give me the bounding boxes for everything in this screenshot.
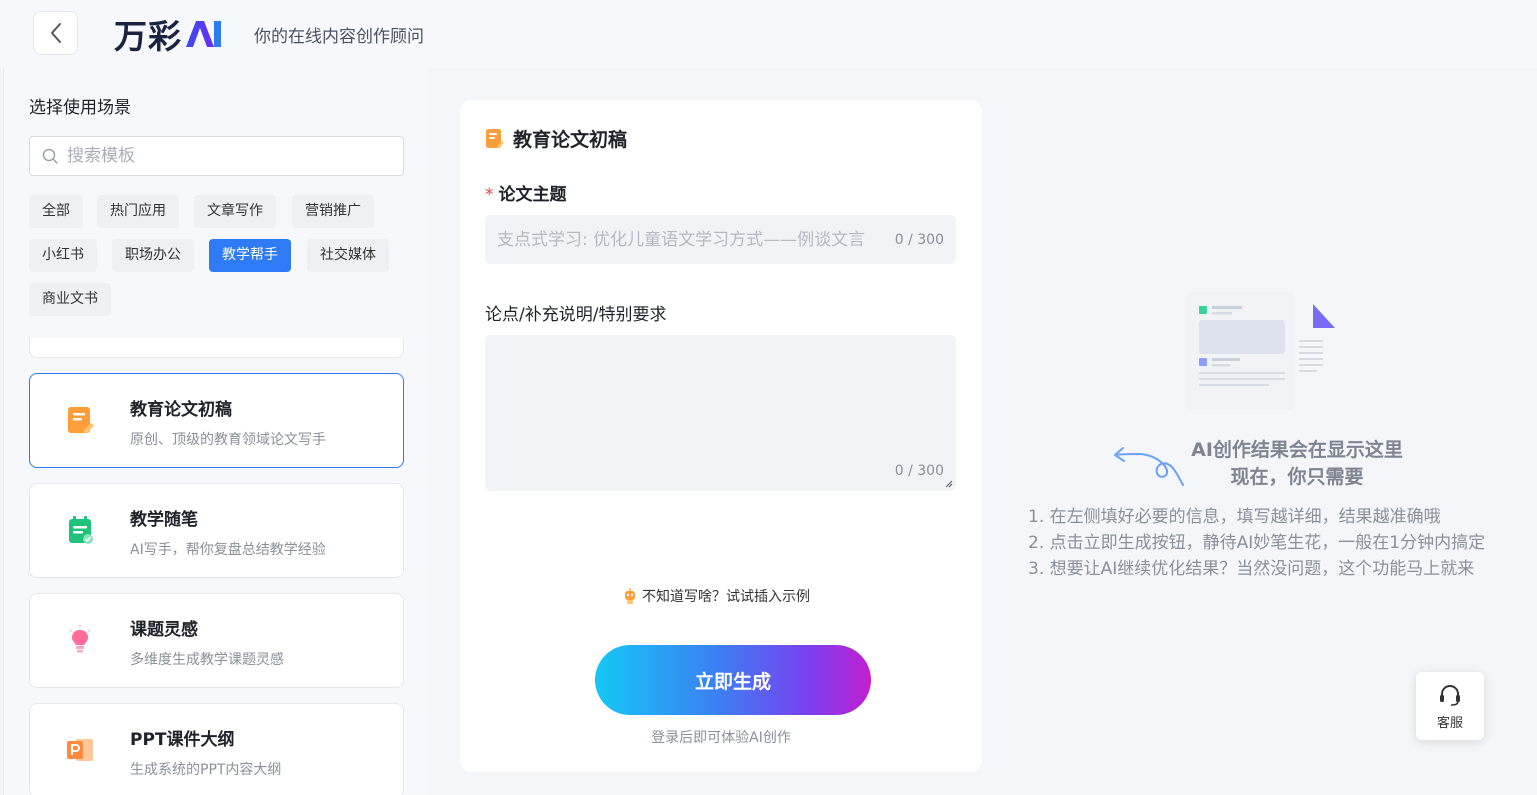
tag-hot-apps[interactable]: 热门应用 — [97, 195, 179, 228]
tag-all[interactable]: 全部 — [29, 195, 83, 228]
tag-social-media[interactable]: 社交媒体 — [307, 239, 389, 272]
notepad-icon — [69, 516, 93, 544]
tag-teaching[interactable]: 教学帮手 — [209, 239, 291, 272]
card-desc: 生成系统的PPT内容大纲 — [130, 762, 282, 778]
extra-field[interactable]: 0 / 300 — [485, 335, 956, 491]
card-desc: 原创、顶级的教育领域论文写手 — [130, 432, 326, 448]
back-button[interactable] — [33, 11, 78, 55]
service-label: 客服 — [1436, 715, 1463, 731]
search-input[interactable] — [67, 146, 387, 166]
step-item: 2. 点击立即生成按钮，静待AI妙笔生花，一般在1分钟内搞定 — [1028, 533, 1486, 553]
step-item: 3. 想要让AI继续优化结果？当然没问题，这个功能马上就来 — [1028, 559, 1475, 579]
ppt-icon — [67, 739, 93, 761]
resize-handle-icon[interactable] — [943, 478, 953, 488]
topic-label: * 论文主题 — [485, 185, 567, 205]
usage-steps: 1. 在左侧填好必要的信息，填写越详细，结果越准确哦 2. 点击立即生成按钮，静… — [1028, 504, 1485, 582]
card-desc: 多维度生成教学课题灵感 — [130, 652, 284, 668]
template-card-ppt-outline[interactable]: PPT课件大纲 生成系统的PPT内容大纲 — [29, 703, 404, 795]
tag-business-docs[interactable]: 商业文书 — [29, 283, 111, 316]
insert-example-link[interactable]: 不知道写啥？试试插入示例 — [622, 586, 810, 606]
form-title: 教育论文初稿 — [513, 129, 628, 151]
app-logo[interactable]: 万彩 — [114, 14, 224, 56]
topic-input[interactable] — [497, 229, 877, 250]
topic-char-counter: 0 / 300 — [894, 231, 944, 248]
template-card-teaching-notes[interactable]: 教学随笔 AI写手，帮你复盘总结教学经验 — [29, 483, 404, 578]
extra-label: 论点/补充说明/特别要求 — [485, 305, 667, 325]
document-illustration-icon — [1185, 292, 1335, 411]
tag-xiaohongshu[interactable]: 小红书 — [29, 239, 97, 272]
template-card-topic-ideas[interactable]: 课题灵感 多维度生成教学课题灵感 — [29, 593, 404, 688]
creation-form: 教育论文初稿 *论文主题 0 / 300 论点/补充说明/特别要求 0 / 30… — [460, 100, 982, 772]
robot-icon — [625, 588, 635, 604]
card-title: 教学随笔 — [130, 510, 198, 530]
tag-marketing[interactable]: 营销推广 — [292, 195, 374, 228]
tag-office[interactable]: 职场办公 — [112, 239, 194, 272]
topic-field[interactable]: 0 / 300 — [485, 215, 956, 264]
chevron-left-icon — [50, 23, 61, 43]
card-partial — [29, 338, 404, 358]
required-mark: * — [485, 185, 494, 205]
headset-icon — [1440, 684, 1460, 706]
hint-text: 不知道写啥？试试插入示例 — [642, 589, 810, 605]
search-icon — [42, 148, 58, 164]
card-desc: AI写手，帮你复盘总结教学经验 — [130, 542, 326, 558]
customer-service-button[interactable]: 客服 — [1416, 672, 1484, 740]
ai-logo-icon — [186, 21, 221, 47]
slogan: 你的在线内容创作顾问 — [254, 27, 424, 47]
result-placeholder-title: AI创作结果会在显示这里 现在，你只需要 — [1191, 439, 1403, 488]
top-header: 万彩 你的在线内容创作顾问 — [0, 0, 1537, 68]
card-title: 教育论文初稿 — [130, 400, 232, 420]
lightbulb-icon — [69, 625, 91, 653]
extra-textarea[interactable] — [485, 335, 956, 491]
template-search[interactable] — [29, 136, 404, 176]
logo-text: 万彩 — [114, 17, 182, 56]
card-title: PPT课件大纲 — [130, 730, 235, 750]
step-item: 1. 在左侧填好必要的信息，填写越详细，结果越准确哦 — [1028, 507, 1441, 527]
form-header: 教育论文初稿 — [485, 125, 627, 152]
scene-sidebar: 选择使用场景 全部 热门应用 文章写作 营销推广 小红书 职场办公 教学帮手 社… — [3, 68, 428, 795]
card-title: 课题灵感 — [130, 620, 198, 640]
sidebar-title: 选择使用场景 — [29, 98, 131, 118]
essay-icon — [486, 128, 504, 148]
generate-button[interactable]: 立即生成 — [595, 645, 871, 715]
essay-icon — [68, 407, 94, 433]
tag-article-writing[interactable]: 文章写作 — [194, 195, 276, 228]
extra-char-counter: 0 / 300 — [894, 463, 944, 479]
template-card-essay[interactable]: 教育论文初稿 原创、顶级的教育领域论文写手 — [29, 373, 404, 468]
login-tip: 登录后即可体验AI创作 — [651, 730, 791, 746]
